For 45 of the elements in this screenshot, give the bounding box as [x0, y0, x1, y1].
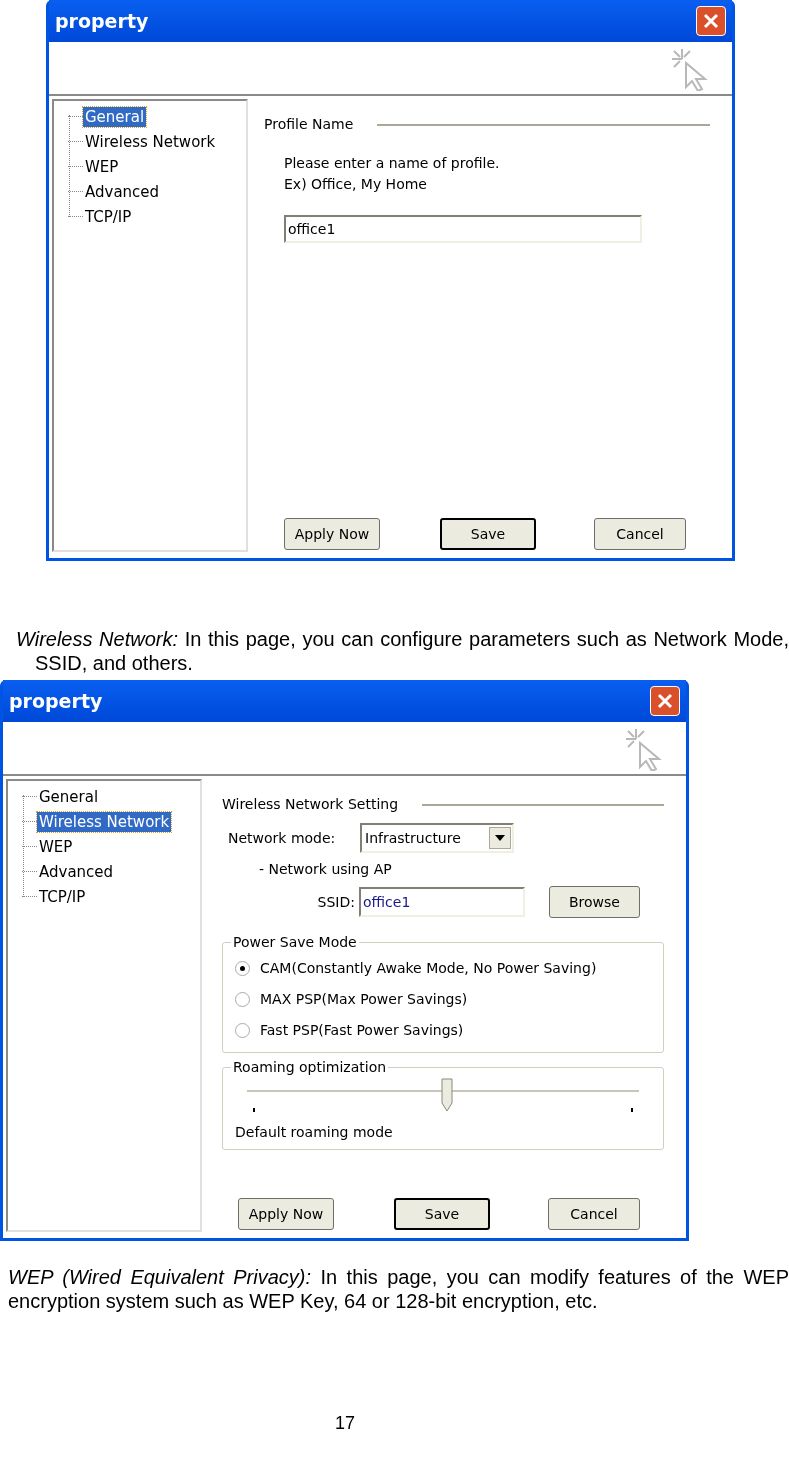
body-paragraph: Wireless Network: In this page, you can configure parameters such as Network Mode, SSID, and others. — [16, 627, 789, 675]
instruction-text: Please enter a name of profile. — [284, 154, 501, 173]
close-icon[interactable] — [696, 6, 726, 36]
tree-item[interactable]: Advanced — [37, 861, 116, 882]
group-title: Roaming optimization — [232, 1058, 388, 1077]
close-icon[interactable] — [650, 686, 680, 716]
radio-button[interactable] — [235, 961, 250, 976]
radio-option[interactable]: MAX PSP(Max Power Savings) — [235, 984, 663, 1015]
dialog-button[interactable]: Apply Now — [284, 518, 380, 550]
tree-item[interactable]: WEP — [37, 836, 75, 857]
section-title: Wireless Network Setting — [222, 795, 399, 814]
window-title: property — [9, 688, 104, 714]
section-title: Profile Name — [264, 115, 354, 134]
radio-button[interactable] — [235, 992, 250, 1007]
page-number: 17 — [335, 1413, 357, 1433]
slider-thumb[interactable] — [440, 1078, 453, 1112]
instruction-text: Ex) Office, My Home — [284, 175, 428, 194]
radio-option[interactable]: Fast PSP(Fast Power Savings) — [235, 1015, 663, 1046]
tree-item[interactable]: Wireless Network — [37, 811, 172, 832]
network-mode-dropdown[interactable]: Infrastructure — [360, 823, 514, 853]
dialog-button[interactable]: Apply Now — [238, 1198, 334, 1230]
radio-button[interactable] — [235, 1023, 250, 1038]
dialog-button[interactable]: Cancel — [548, 1198, 640, 1230]
field-label: SSID: — [316, 892, 356, 912]
profile-name-field[interactable]: office1 — [284, 215, 642, 243]
ssid-field[interactable]: office1 — [359, 887, 525, 917]
dropdown-value: Infrastructure — [364, 828, 462, 848]
tree-item[interactable]: Wireless Network — [83, 131, 218, 152]
radio-option[interactable]: CAM(Constantly Awake Mode, No Power Saving) — [235, 953, 663, 984]
body-paragraph: WEP (Wired Equivalent Privacy): In this page, you can modify features of the WEP encryption system such as WEP Key, 64 or 128-bit encryption, etc. — [8, 1265, 789, 1313]
window-title: property — [55, 8, 150, 34]
group-title: Power Save Mode — [232, 933, 358, 952]
browse-button[interactable]: Browse — [549, 886, 640, 918]
mode-note: - Network using AP — [259, 860, 393, 879]
slider-caption: Default roaming mode — [235, 1123, 394, 1142]
dialog-button[interactable]: Cancel — [594, 518, 686, 550]
tree-item[interactable]: TCP/IP — [83, 206, 134, 227]
tree-item[interactable]: WEP — [83, 156, 121, 177]
tree-item[interactable]: Advanced — [83, 181, 162, 202]
dialog-button[interactable]: Save — [394, 1198, 490, 1230]
field-label: Network mode: — [228, 828, 337, 848]
tree-item[interactable]: General — [83, 106, 147, 127]
dialog-button[interactable]: Save — [440, 518, 536, 550]
tree-item[interactable]: TCP/IP — [37, 886, 88, 907]
tree-item[interactable]: General — [37, 786, 101, 807]
